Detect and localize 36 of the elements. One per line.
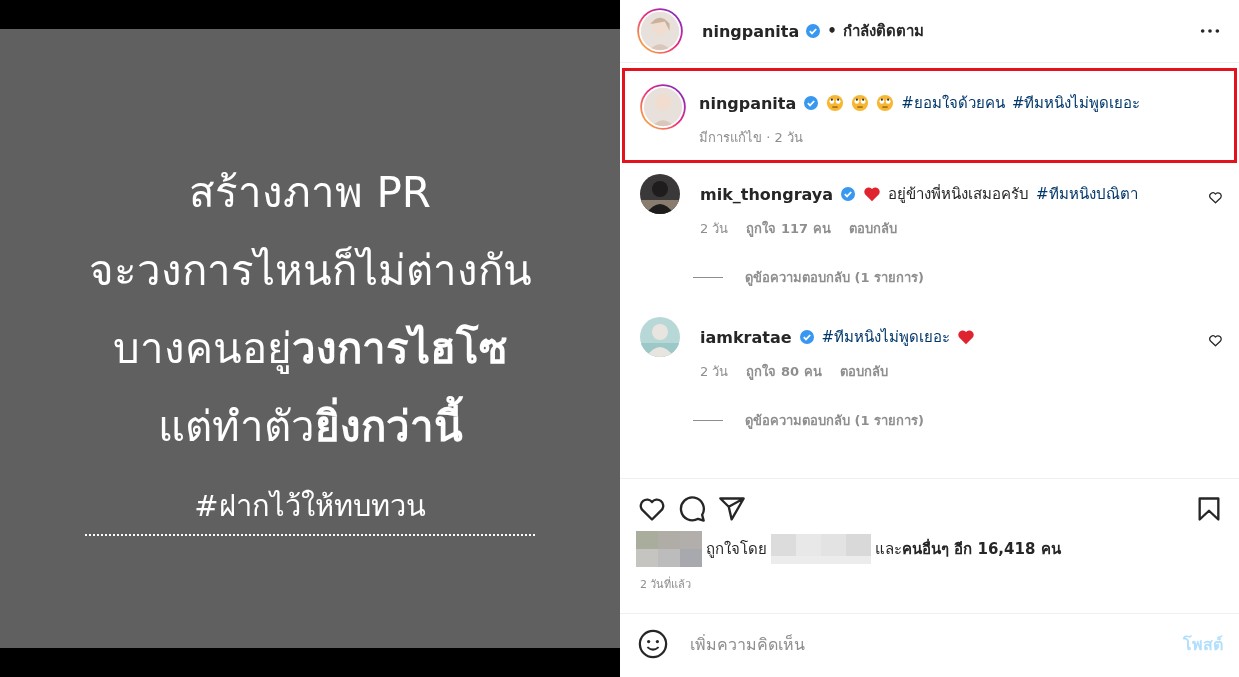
- image-text-line: สร้างภาพ PR: [189, 167, 431, 219]
- share-paper-plane-icon[interactable]: [718, 495, 746, 523]
- eye-roll-face-icon: [826, 94, 845, 112]
- emoji-smiley-icon[interactable]: [638, 629, 668, 659]
- liked-by-label: ถูกใจโดย: [706, 539, 767, 560]
- hashtag-link[interactable]: #ทีมหนิงปณิตา: [1036, 182, 1138, 206]
- comment-input-field[interactable]: เพิ่มความคิดเห็น: [688, 633, 1163, 655]
- like-heart-icon[interactable]: [1208, 190, 1223, 205]
- like-heart-icon[interactable]: [1208, 333, 1223, 348]
- hashtag-link[interactable]: #ยอมใจด้วยคน: [901, 91, 1005, 115]
- image-hashtag: #ฝากไว้ให้ทบทวน: [194, 488, 426, 525]
- username[interactable]: iamkratae: [700, 327, 792, 347]
- heart-icon: [957, 328, 976, 346]
- more-options-icon[interactable]: [1199, 28, 1221, 34]
- separator-dot: •: [827, 22, 837, 40]
- image-text-line: จะวงการไหนก็ไม่ต่างกัน: [88, 245, 532, 297]
- comment-time: 2 วัน: [700, 220, 729, 238]
- username[interactable]: ningpanita: [699, 93, 797, 113]
- eye-roll-face-icon: [876, 94, 895, 112]
- comment-text: อยู่ข้างพี่หนิงเสมอครับ: [888, 183, 1030, 205]
- image-text-line: แต่ทำตัวยิ่งกว่านี้: [157, 388, 463, 466]
- username[interactable]: mik_thongraya: [700, 184, 834, 204]
- image-text-line: บางคนอยู่วงการไฮโซ: [112, 323, 508, 376]
- like-heart-icon[interactable]: [638, 495, 666, 523]
- following-button[interactable]: กำลังติดตาม: [842, 19, 924, 43]
- username[interactable]: ningpanita: [702, 21, 800, 41]
- blurred-avatars: [636, 531, 702, 567]
- comment-bubble-icon[interactable]: [678, 495, 706, 523]
- eye-roll-face-icon: [851, 94, 870, 112]
- liked-by-others[interactable]: และคนอื่นๆ อีก 16,418 คน: [875, 537, 1061, 561]
- hashtag-link[interactable]: #ทีมหนิงไม่พูดเยอะ: [821, 325, 951, 349]
- heart-icon: [863, 185, 882, 203]
- caption-meta: มีการแก้ไข · 2 วัน: [699, 129, 803, 147]
- post-timestamp: 2 วันที่แล้ว: [640, 578, 692, 591]
- hashtag-link[interactable]: #ทีมหนิงไม่พูดเยอะ: [1011, 91, 1141, 115]
- comment-time: 2 วัน: [700, 363, 729, 381]
